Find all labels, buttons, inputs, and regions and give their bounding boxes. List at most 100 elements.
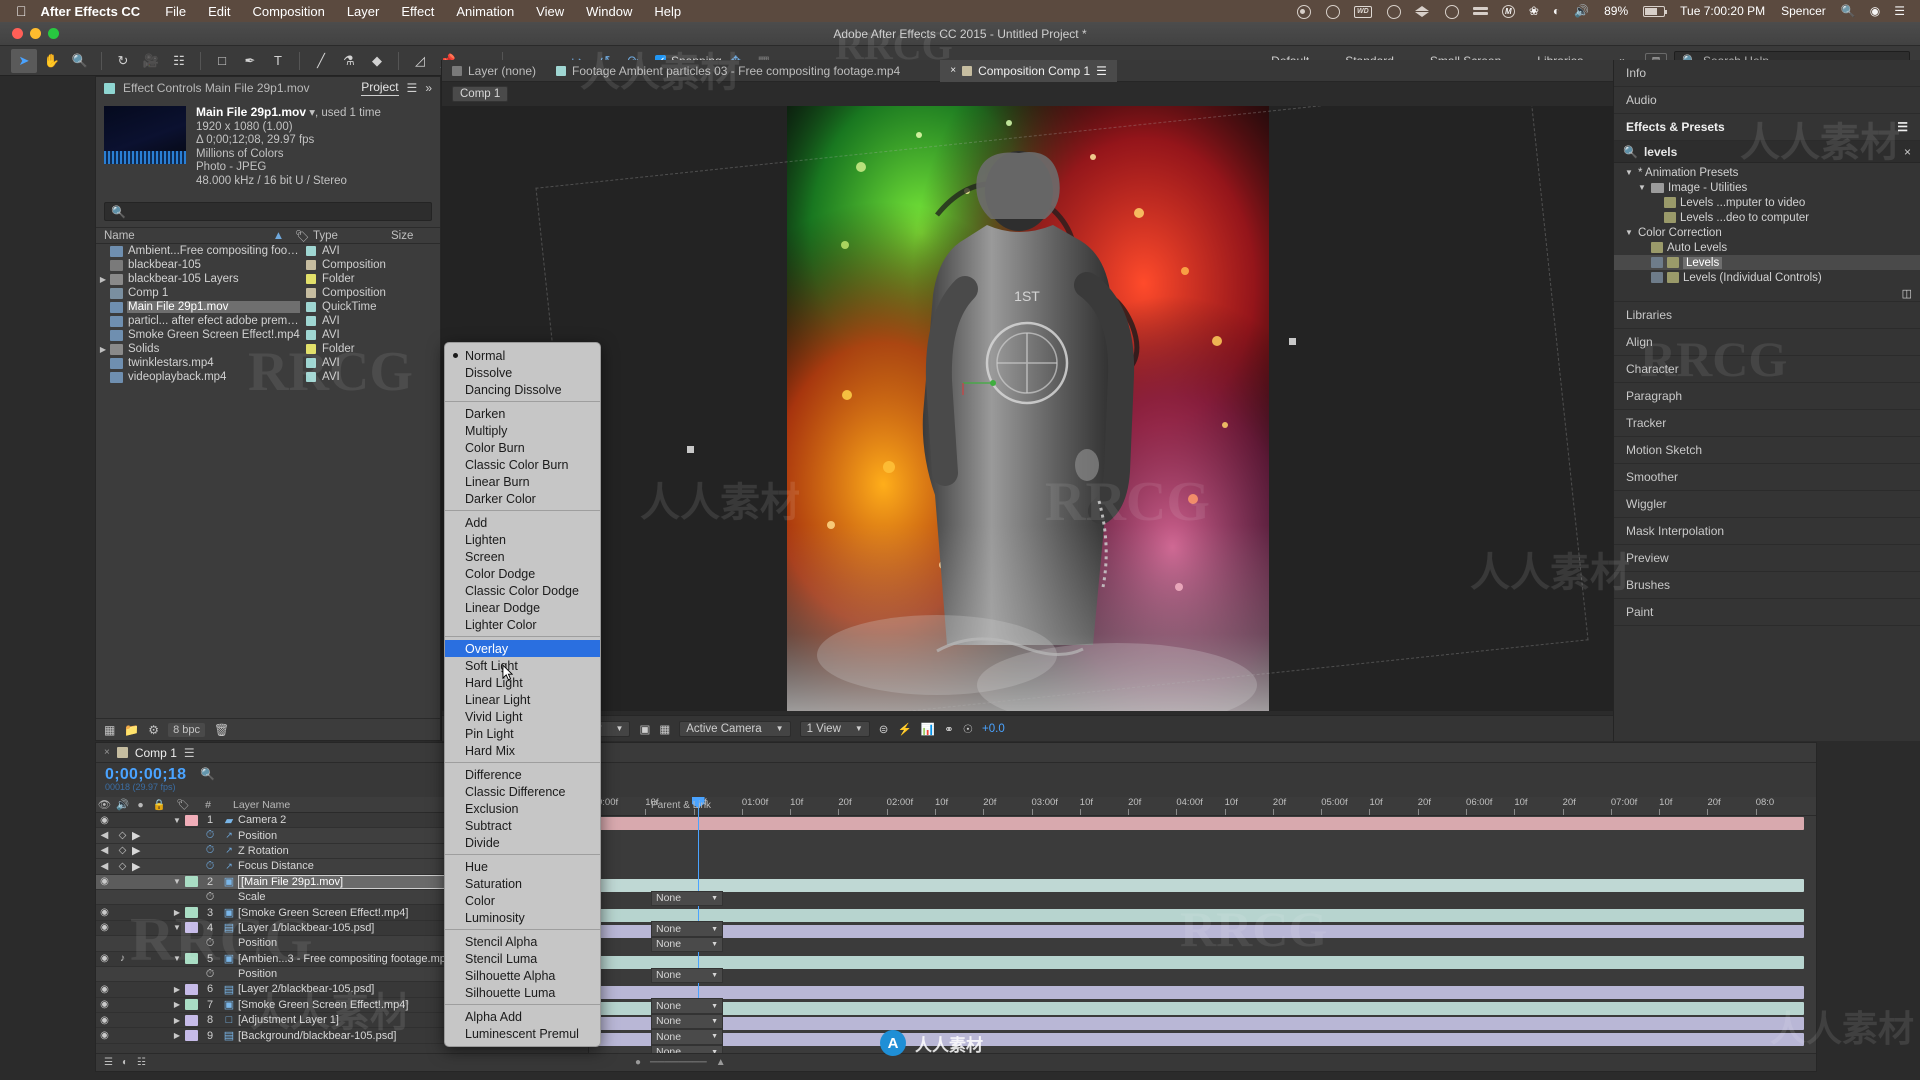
effects-tree-item[interactable]: ▼ Color Correction (1614, 225, 1920, 240)
column-size[interactable]: Size (391, 230, 431, 242)
close-tab-icon[interactable]: × (104, 747, 110, 758)
keyframe-next-icon[interactable]: ▶ (132, 860, 149, 873)
blend-mode-option[interactable]: Stencil Luma (445, 950, 600, 967)
layer-duration-bar[interactable] (589, 955, 1804, 969)
expand-panels-chevron-icon[interactable]: » (425, 81, 432, 95)
layer-blend-mode-dropdown[interactable]: None ▼ (651, 998, 723, 1014)
blend-mode-option[interactable]: Vivid Light (445, 708, 600, 725)
twirl-icon[interactable]: ▼ (1624, 168, 1634, 177)
item-name[interactable]: Main File 29p1.mov (196, 105, 306, 119)
project-item-row[interactable]: ▶ Solids Folder (96, 342, 440, 356)
item-label-swatch[interactable] (300, 260, 322, 270)
timeline-search-icon[interactable]: 🔍 (200, 767, 215, 781)
region-of-interest-icon[interactable]: ▣ (639, 722, 650, 736)
layer-visibility-icon[interactable]: ◉ (96, 876, 113, 887)
item-label-swatch[interactable] (300, 274, 322, 284)
blend-mode-option[interactable]: Linear Light (445, 691, 600, 708)
effects-tree-item[interactable]: ▼ Image - Utilities (1614, 180, 1920, 195)
column-name[interactable]: Name (96, 230, 266, 242)
selection-tool-icon[interactable]: ➤ (11, 48, 37, 73)
blend-mode-option[interactable]: Luminosity (445, 909, 600, 926)
layer-twirl-icon[interactable]: ▶ (169, 1000, 185, 1009)
effects-tree-item[interactable]: Levels (Individual Controls) (1614, 270, 1920, 285)
project-item-row[interactable]: particl... after efect adobe premiere.mp… (96, 314, 440, 328)
blend-mode-option[interactable]: Dancing Dissolve (445, 381, 600, 398)
blend-mode-option[interactable]: Classic Color Dodge (445, 582, 600, 599)
effects-tree-item[interactable]: Levels (1614, 255, 1920, 270)
exposure-icon[interactable]: ☉ (963, 722, 973, 736)
menu-help[interactable]: Help (643, 4, 692, 19)
label-column-icon[interactable]: 🏷 (169, 798, 197, 811)
column-layer-name[interactable]: Layer Name (219, 799, 290, 811)
column-index[interactable]: # (197, 799, 219, 811)
item-label-swatch[interactable] (300, 344, 322, 354)
fast-previews-icon[interactable]: ⚡ (897, 722, 911, 736)
layer-duration-bar[interactable] (589, 1001, 1804, 1015)
layer-duration-bar[interactable] (589, 986, 1804, 1000)
camera-tool-icon[interactable]: 🎥 (138, 49, 164, 73)
layer-blend-mode-dropdown[interactable]: None ▼ (651, 921, 723, 937)
handle-left[interactable] (687, 446, 694, 453)
keyframe-toggle-icon[interactable]: ◇ (113, 845, 132, 856)
disc-icon[interactable] (1437, 4, 1466, 20)
clone-stamp-tool-icon[interactable]: ⚗ (336, 49, 362, 73)
zoom-tool-icon[interactable]: 🔍 (67, 49, 93, 73)
blend-mode-option[interactable]: Multiply (445, 422, 600, 439)
keyframe-next-icon[interactable]: ▶ (132, 829, 149, 842)
pixel-aspect-icon[interactable]: ⊜ (879, 722, 889, 736)
blend-mode-option[interactable]: Color Dodge (445, 565, 600, 582)
stopwatch-icon[interactable]: ⏱ (200, 844, 220, 857)
item-label-swatch[interactable] (300, 302, 322, 312)
item-label-swatch[interactable] (300, 246, 322, 256)
blend-mode-option[interactable]: Alpha Add (445, 1008, 600, 1025)
solo-column-icon[interactable]: ● (132, 799, 149, 811)
layer-visibility-icon[interactable]: ◉ (96, 984, 113, 995)
blend-mode-option[interactable]: Soft Light (445, 657, 600, 674)
eraser-tool-icon[interactable]: ◆ (364, 49, 390, 73)
roto-brush-tool-icon[interactable]: ◿ (407, 49, 433, 73)
m-circle-icon[interactable]: M (1495, 4, 1522, 19)
panel-align[interactable]: Align (1614, 329, 1920, 356)
battery-icon[interactable] (1636, 4, 1672, 18)
blend-mode-option[interactable]: Normal (445, 347, 600, 364)
sort-arrow-icon[interactable]: ▲ (266, 230, 291, 242)
tab-composition-comp1[interactable]: × Composition Comp 1 ☰ (940, 59, 1117, 82)
blend-mode-option[interactable]: Subtract (445, 817, 600, 834)
layer-twirl-icon[interactable]: ▶ (169, 1016, 185, 1025)
zoom-out-icon[interactable]: ● (635, 1057, 641, 1068)
keyframe-prev-icon[interactable]: ◀ (96, 830, 113, 841)
layer-duration-bar[interactable] (589, 878, 1804, 892)
blend-mode-option[interactable]: Linear Dodge (445, 599, 600, 616)
layer-visibility-icon[interactable]: ◉ (96, 922, 113, 933)
project-item-row[interactable]: Smoke Green Screen Effect!.mp4 AVI (96, 328, 440, 342)
region-of-interest-tool-icon[interactable]: ☷ (166, 49, 192, 73)
graph-editor-icon[interactable]: ◐ (122, 1057, 128, 1068)
panel-tracker[interactable]: Tracker (1614, 410, 1920, 437)
project-item-row[interactable]: Main File 29p1.mov QuickTime (96, 300, 440, 314)
list-icon[interactable]: ☰ (1887, 4, 1912, 18)
layer-duration-bar[interactable] (589, 1017, 1804, 1031)
tab-footage[interactable]: Footage Ambient particles 03 - Free comp… (546, 60, 910, 82)
tab-project[interactable]: Project (361, 80, 399, 96)
dropbox-icon[interactable] (1408, 4, 1437, 18)
new-folder-icon[interactable]: 📁 (124, 723, 139, 737)
eye-column-icon[interactable]: 👁 (96, 798, 113, 811)
panel-menu-icon[interactable]: ☰ (407, 81, 418, 95)
layer-duration-bar[interactable] (589, 909, 1804, 923)
layer-duration-bar[interactable] (589, 924, 1804, 938)
control-center-icon[interactable]: ◉ (1863, 4, 1887, 18)
clear-search-icon[interactable]: × (1904, 145, 1911, 159)
volume-icon[interactable]: 🔊 (1567, 4, 1596, 18)
effects-search-input[interactable]: 🔍 levels × (1614, 141, 1920, 163)
item-label-swatch[interactable] (300, 316, 322, 326)
menu-window[interactable]: Window (575, 4, 643, 19)
blend-mode-option[interactable]: Dissolve (445, 364, 600, 381)
layer-twirl-icon[interactable]: ▼ (169, 954, 185, 963)
layer-blend-mode-dropdown[interactable]: None ▼ (651, 1013, 723, 1030)
effects-tree-item[interactable]: Auto Levels (1614, 240, 1920, 255)
clock-label[interactable]: Tue 7:00:20 PM (1672, 4, 1773, 18)
blend-mode-option[interactable]: Overlay (445, 640, 600, 657)
keyframe-toggle-icon[interactable]: ◇ (113, 861, 132, 872)
panel-motion-sketch[interactable]: Motion Sketch (1614, 437, 1920, 464)
type-tool-icon[interactable]: T (265, 49, 291, 73)
